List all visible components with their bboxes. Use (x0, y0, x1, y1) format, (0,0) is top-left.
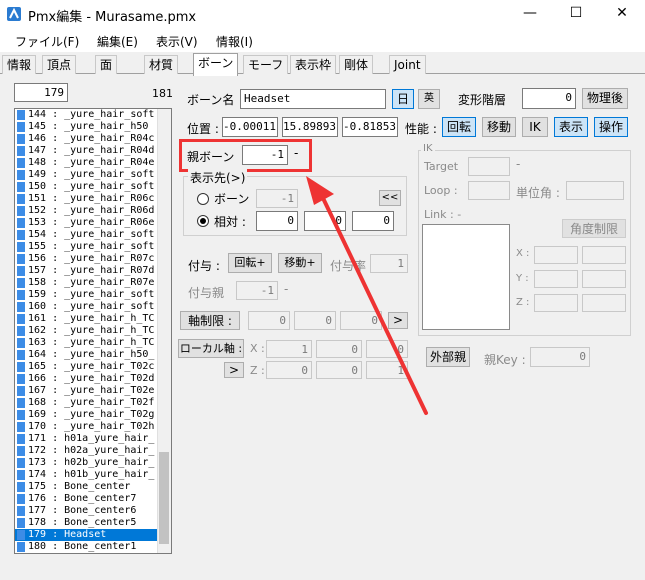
annotation-arrow (306, 176, 428, 415)
tab-bone[interactable]: ボーン (193, 53, 239, 76)
